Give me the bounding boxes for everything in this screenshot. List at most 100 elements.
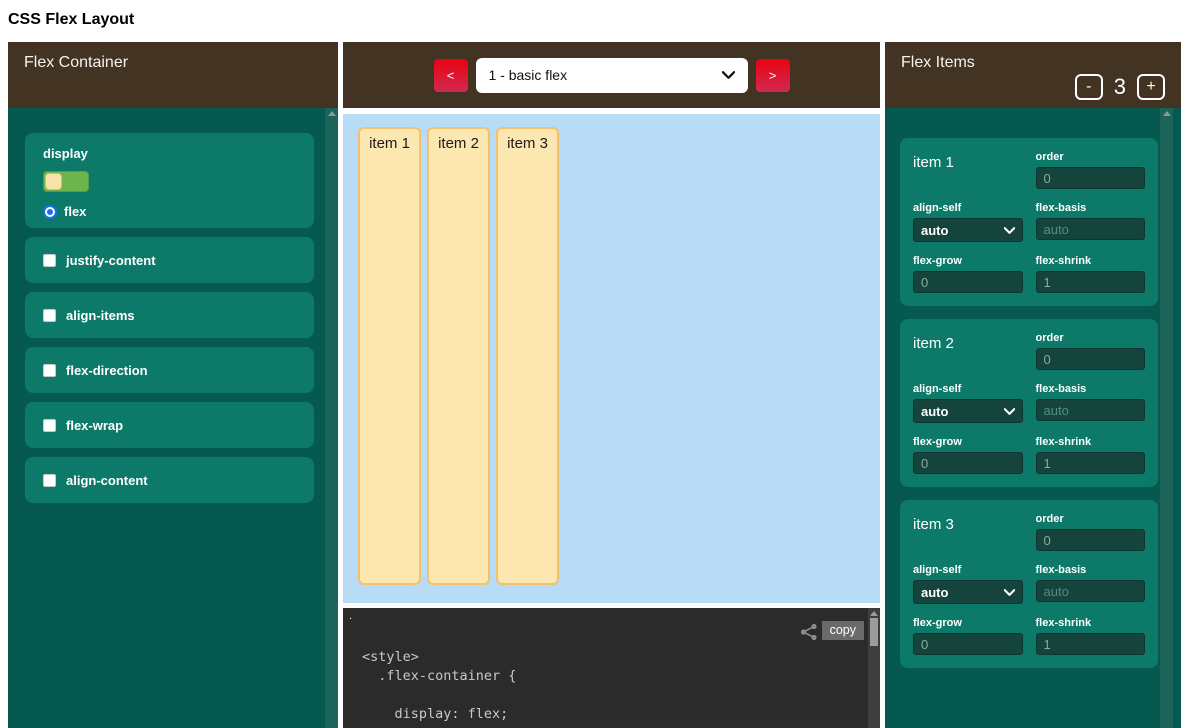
align-self-label: align-self: [913, 383, 1023, 395]
flex-items-header: Flex Items - 3 +: [885, 42, 1181, 108]
flex-grow-label: flex-grow: [913, 617, 1023, 629]
order-input[interactable]: [1036, 529, 1146, 551]
flex-grow-label: flex-grow: [913, 436, 1023, 448]
flex-grow-field-group: flex-grow: [913, 617, 1023, 655]
order-label: order: [1036, 513, 1146, 525]
scroll-up-icon[interactable]: [870, 611, 878, 616]
left-panel-scrollbar[interactable]: [325, 108, 338, 728]
flex-container-body: display flex justify-content align-items: [8, 108, 338, 728]
flex-shrink-label: flex-shrink: [1036, 617, 1146, 629]
flex-shrink-input[interactable]: [1036, 633, 1146, 655]
flex-shrink-field-group: flex-shrink: [1036, 255, 1146, 293]
order-input[interactable]: [1036, 167, 1146, 189]
flex-items-title: Flex Items: [901, 54, 1165, 72]
item-card-2: item 2 order align-self auto flex-grow: [900, 319, 1158, 487]
flex-basis-input[interactable]: [1036, 399, 1146, 421]
flex-basis-label: flex-basis: [1036, 383, 1146, 395]
code-panel: . <style> .flex-container { display: fle…: [343, 608, 880, 728]
property-card-justify-content[interactable]: justify-content: [25, 237, 314, 283]
order-input[interactable]: [1036, 348, 1146, 370]
preview-item[interactable]: item 1: [358, 127, 421, 585]
code-line: <style>: [362, 648, 850, 667]
chevron-down-icon: [722, 71, 735, 79]
align-self-select[interactable]: auto: [913, 399, 1023, 423]
example-select[interactable]: 1 - basic flex: [476, 58, 748, 93]
property-card-flex-direction[interactable]: flex-direction: [25, 347, 314, 393]
flex-shrink-input[interactable]: [1036, 271, 1146, 293]
code-cursor-dot: .: [349, 610, 352, 622]
preview-item[interactable]: item 2: [427, 127, 490, 585]
order-label: order: [1036, 332, 1146, 344]
scrollbar-thumb[interactable]: [870, 618, 878, 646]
flex-basis-field-group: flex-basis: [1036, 564, 1146, 604]
item-card-title: item 2: [913, 332, 1023, 370]
checkbox-icon[interactable]: [43, 254, 56, 267]
property-card-align-items[interactable]: align-items: [25, 292, 314, 338]
align-self-value: auto: [921, 223, 948, 238]
remove-item-button[interactable]: -: [1075, 74, 1103, 100]
flex-shrink-field-group: flex-shrink: [1036, 436, 1146, 474]
flex-container-title: Flex Container: [24, 54, 322, 72]
order-label: order: [1036, 151, 1146, 163]
property-label: align-items: [66, 308, 135, 323]
display-toggle[interactable]: [43, 171, 89, 192]
flex-container-header: Flex Container: [8, 42, 338, 108]
order-field-group: order: [1036, 513, 1146, 551]
flex-shrink-label: flex-shrink: [1036, 255, 1146, 267]
code-line: display: flex;: [362, 705, 850, 724]
code-line: [362, 686, 850, 705]
property-label: justify-content: [66, 253, 156, 268]
checkbox-icon[interactable]: [43, 364, 56, 377]
property-card-flex-wrap[interactable]: flex-wrap: [25, 402, 314, 448]
example-nav-bar: < 1 - basic flex >: [343, 42, 880, 108]
checkbox-icon[interactable]: [43, 474, 56, 487]
share-icon[interactable]: [800, 623, 818, 641]
display-label: display: [43, 146, 88, 161]
checkbox-icon[interactable]: [43, 419, 56, 432]
align-self-field-group: align-self auto: [913, 383, 1023, 423]
next-example-button[interactable]: >: [756, 59, 790, 92]
align-self-select[interactable]: auto: [913, 580, 1023, 604]
prev-example-button[interactable]: <: [434, 59, 468, 92]
copy-button[interactable]: copy: [822, 621, 864, 640]
flex-basis-input[interactable]: [1036, 580, 1146, 602]
align-self-field-group: align-self auto: [913, 564, 1023, 604]
flex-items-body: item 1 order align-self auto flex-grow: [885, 108, 1181, 728]
align-self-select[interactable]: auto: [913, 218, 1023, 242]
property-label: align-content: [66, 473, 148, 488]
preview-column: < 1 - basic flex > item 1 item 2 item 3 …: [343, 42, 880, 728]
flex-basis-label: flex-basis: [1036, 202, 1146, 214]
flex-basis-label: flex-basis: [1036, 564, 1146, 576]
flex-grow-input[interactable]: [913, 452, 1023, 474]
flex-basis-input[interactable]: [1036, 218, 1146, 240]
page-title: CSS Flex Layout: [8, 10, 1199, 29]
align-self-value: auto: [921, 404, 948, 419]
scroll-up-icon[interactable]: [328, 111, 336, 116]
right-panel-scrollbar[interactable]: [1160, 108, 1173, 728]
flex-shrink-label: flex-shrink: [1036, 436, 1146, 448]
display-property-card: display flex: [25, 133, 314, 228]
flex-grow-input[interactable]: [913, 633, 1023, 655]
flex-shrink-input[interactable]: [1036, 452, 1146, 474]
item-card-1: item 1 order align-self auto flex-grow: [900, 138, 1158, 306]
radio-selected-icon[interactable]: [43, 205, 57, 219]
align-self-label: align-self: [913, 202, 1023, 214]
scroll-up-icon[interactable]: [1163, 111, 1171, 116]
code-line: .flex-container {: [362, 667, 850, 686]
property-label: flex-direction: [66, 363, 148, 378]
chevron-down-icon: [1004, 589, 1015, 596]
property-label: flex-wrap: [66, 418, 123, 433]
flex-grow-input[interactable]: [913, 271, 1023, 293]
main-layout: Flex Container display flex justify-cont…: [8, 42, 1181, 728]
flex-basis-field-group: flex-basis: [1036, 383, 1146, 423]
chevron-down-icon: [1004, 227, 1015, 234]
display-flex-option[interactable]: flex: [43, 204, 296, 219]
item-count: 3: [1114, 74, 1126, 100]
add-item-button[interactable]: +: [1137, 74, 1165, 100]
preview-item[interactable]: item 3: [496, 127, 559, 585]
code-scrollbar[interactable]: [868, 608, 880, 728]
order-field-group: order: [1036, 151, 1146, 189]
property-card-align-content[interactable]: align-content: [25, 457, 314, 503]
item-card-title: item 3: [913, 513, 1023, 551]
checkbox-icon[interactable]: [43, 309, 56, 322]
